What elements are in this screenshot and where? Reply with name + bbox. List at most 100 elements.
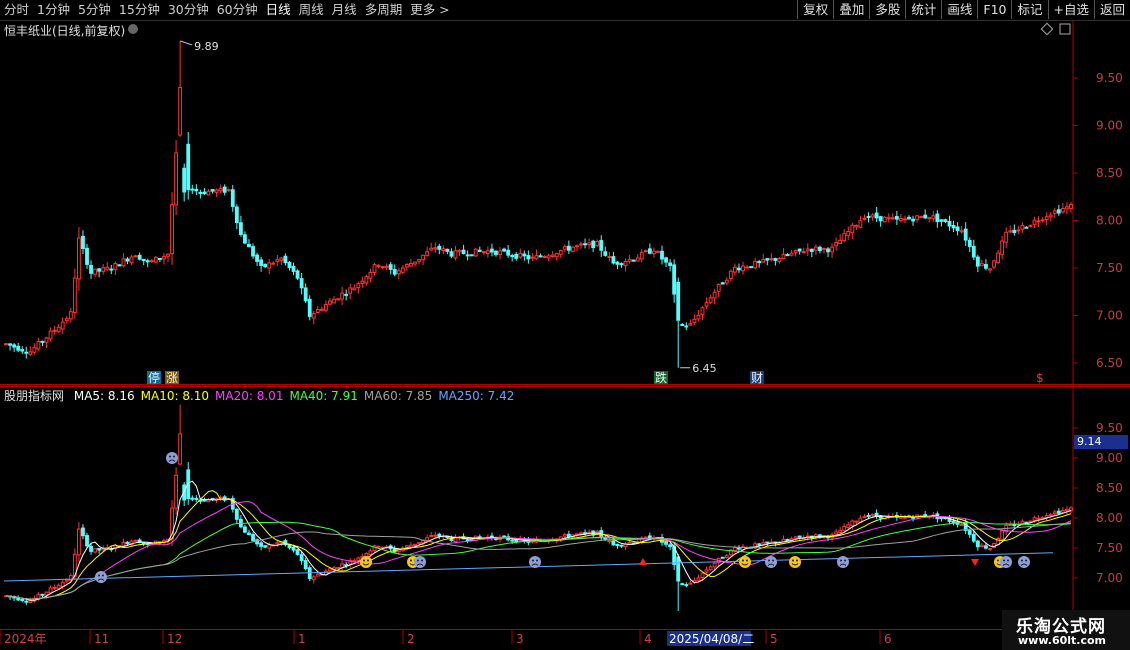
candle-body [583,243,587,246]
period-tab-7[interactable]: 周线 [295,0,328,20]
mark-1: 涨 [166,370,178,385]
candle-body [340,292,345,300]
period-tab-3[interactable]: 15分钟 [115,0,164,20]
low-label: 6.45 [692,362,717,375]
candle-body [218,187,223,192]
candle-body [400,267,405,273]
toolbar-button-3[interactable]: 统计 [905,0,941,19]
toolbar-button-6[interactable]: 标记 [1011,0,1047,19]
candle-body [413,261,417,265]
candle-body [166,253,170,257]
time-label-9: 6 [884,632,892,646]
candle-body [461,249,466,254]
period-tab-2[interactable]: 5分钟 [74,0,115,20]
candle-body [16,345,21,351]
period-tab-1[interactable]: 1分钟 [33,0,74,20]
candle-body [931,215,936,219]
candle-body [988,268,992,271]
period-tab-10[interactable]: 更多 > [406,0,453,20]
candle-body [1052,210,1057,214]
toolbar-button-1[interactable]: 叠加 [833,0,869,19]
candle-body [125,541,130,545]
candle-body [259,259,264,266]
indicator-name: 股朋指标网 [4,389,65,403]
candle-body [437,245,442,250]
candle-body [141,258,146,262]
toolbar-button-4[interactable]: 画线 [941,0,977,19]
candle-body [133,539,138,542]
candle-body [566,245,571,251]
period-tab-6[interactable]: 日线 [262,0,295,20]
candle-body [178,433,183,465]
candle-body [295,549,300,555]
candle-body [303,287,308,302]
candle-body [518,252,523,258]
ma-label-0: MA5: 8.16 [73,389,135,403]
candle-body [24,600,29,603]
toolbar-button-0[interactable]: 复权 [797,0,833,19]
period-tab-4[interactable]: 30分钟 [164,0,213,20]
ma-label-5: MA250: 7.42 [438,389,515,403]
sad-face-icon [1000,556,1012,568]
candle-body [1012,229,1017,234]
candle-body [611,256,616,264]
candle-body [903,218,907,221]
candle-body [267,544,272,549]
candle-body [52,586,57,589]
candle-body [886,217,891,220]
toolbar-buttons: 复权 叠加 多股 统计 画线 F10 标记 +自选 返回 [797,0,1130,20]
candle-body [741,265,745,272]
candle-body [878,216,883,222]
candle-body [850,224,855,234]
candle-body [1065,508,1069,512]
indicator-chart[interactable]: 9.50 9.00 8.50 8.00 7.50 7.00 [0,386,1130,630]
candle-body [453,250,458,259]
candle-body [984,264,988,269]
candle-body [728,270,733,279]
period-tab-5[interactable]: 60分钟 [213,0,262,20]
candle-body [307,298,312,317]
watermark-logo: 乐淘公式网 www.60lt.com [1002,610,1130,650]
candle-body [680,583,685,586]
main-chart-panel[interactable]: 9.50 9.00 8.50 8.00 7.50 7.00 6.50 9.89 6.45 停涨 跌 财… [0,21,1130,385]
indicator-panel[interactable]: 9.50 9.00 8.50 8.00 7.50 7.00 股朋指标网 MA5: 8.16… [0,386,1130,630]
y-tick-label: 6.50 [1096,356,1123,370]
candle-body [700,572,705,578]
smiley-icon [739,556,751,568]
candle-body [502,248,506,252]
toolbar-button-8[interactable]: 返回 [1093,0,1130,19]
candle-body [259,542,264,547]
candle-body [243,526,247,533]
candle-body [959,230,964,233]
candle-body [935,213,940,223]
toolbar-button-2[interactable]: 多股 [869,0,905,19]
candlestick-chart[interactable]: 9.50 9.00 8.50 8.00 7.50 7.00 6.50 9.89 6.45 停涨 跌 财… [0,21,1130,385]
candle-body [222,186,227,193]
candle-body [76,237,81,280]
candle-body [52,329,57,332]
candle-body [538,255,543,258]
toolbar-button-7[interactable]: +自选 [1047,0,1094,19]
toolbar-button-5[interactable]: F10 [977,0,1011,19]
candle-body [988,548,992,551]
candle-body [562,534,567,537]
candle-body [40,340,45,343]
candle-body [380,266,385,269]
candle-body [344,564,349,567]
period-tab-9[interactable]: 多周期 [361,0,407,20]
ma-label-3: MA40: 7.91 [289,389,358,403]
candle-body [789,252,794,256]
candle-body [502,535,506,538]
candle-body [376,264,381,267]
period-tab-8[interactable]: 月线 [328,0,361,20]
candle-body [822,247,826,250]
candle-body [384,265,389,268]
candle-body [838,530,843,534]
candle-body [105,266,110,270]
candle-body [818,246,822,252]
sad-face-icon [166,452,178,464]
candle-body [81,527,85,537]
period-tab-0[interactable]: 分时 [0,0,33,20]
candle-body [230,189,235,207]
candle-body [206,190,211,196]
